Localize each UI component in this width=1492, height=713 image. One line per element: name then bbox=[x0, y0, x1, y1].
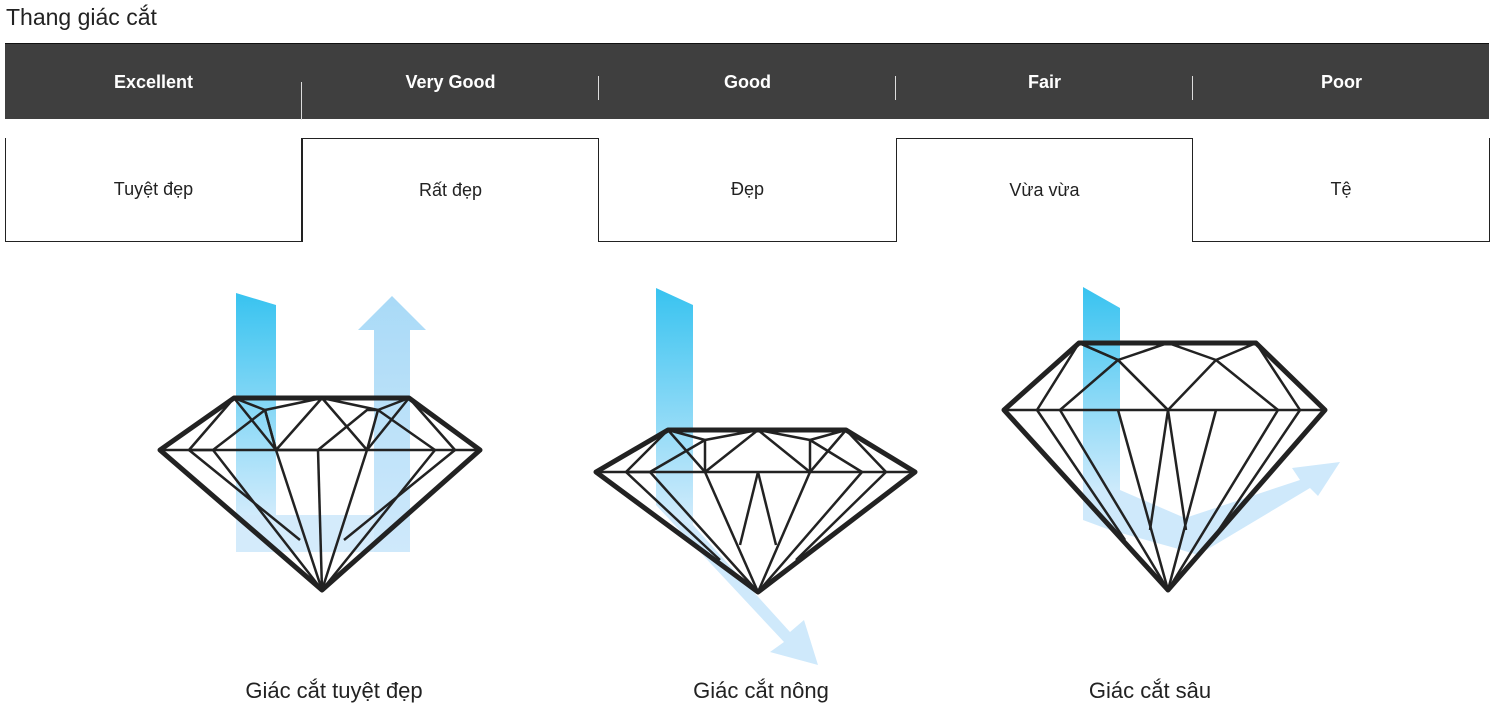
diamond-diagrams bbox=[157, 287, 1340, 665]
diamond-shallow-cut bbox=[593, 288, 918, 665]
caption-deep-cut: Giác cắt sâu bbox=[1088, 678, 1212, 703]
light-ray bbox=[656, 288, 818, 665]
diamond-outline bbox=[593, 427, 918, 595]
diamond-outline bbox=[1001, 340, 1328, 593]
diamond-deep-cut bbox=[1001, 287, 1340, 593]
diamond-outline bbox=[157, 395, 483, 593]
caption-ideal-cut: Giác cắt tuyệt đẹp bbox=[245, 678, 423, 703]
caption-shallow-cut: Giác cắt nông bbox=[693, 678, 829, 703]
diamond-ideal-cut bbox=[157, 293, 483, 593]
